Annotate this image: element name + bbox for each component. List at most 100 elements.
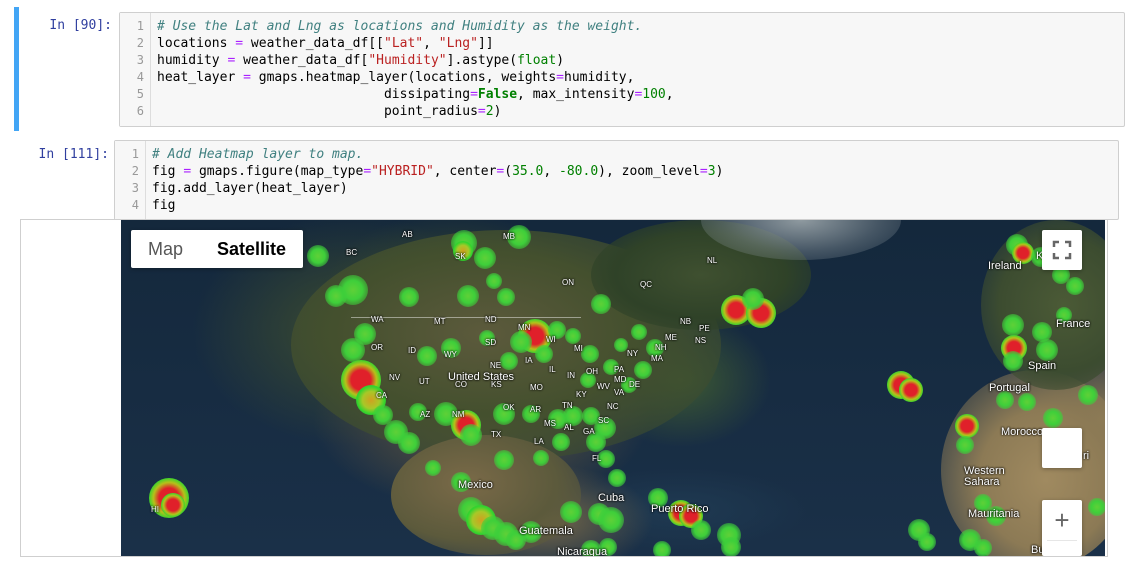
map-label: MT xyxy=(434,317,446,326)
heat-point xyxy=(533,450,549,466)
code-cell-1[interactable]: In [90]: 1 # Use the Lat and Lng as locat… xyxy=(14,7,1129,131)
map-label: DE xyxy=(629,380,641,389)
heat-point xyxy=(598,507,624,533)
code-editor[interactable]: 1 # Use the Lat and Lng as locations and … xyxy=(119,12,1125,127)
heat-point xyxy=(581,345,599,363)
zoom-divider xyxy=(1047,540,1077,541)
map-label: ID xyxy=(408,346,416,355)
heat-point xyxy=(1043,408,1063,428)
cell-prompt: In [90]: xyxy=(49,18,112,33)
heat-point xyxy=(474,247,496,269)
heat-point xyxy=(974,539,992,556)
map-label: MA xyxy=(651,354,663,363)
code-line: locations = weather_data_df[["Lat", "Lng… xyxy=(157,36,494,51)
map-label: Mexico xyxy=(458,479,493,491)
map-label: Puerto Rico xyxy=(651,503,709,515)
heat-point xyxy=(918,533,936,551)
map-label: NH xyxy=(655,343,667,352)
map-label: HI xyxy=(151,505,159,514)
output-scrollbar[interactable] xyxy=(1107,220,1108,556)
map-type-satellite-button[interactable]: Satellite xyxy=(200,230,303,268)
map-label: NB xyxy=(680,317,692,326)
heat-point xyxy=(1088,498,1105,516)
map-label: WY xyxy=(444,350,457,359)
code-line: fig = gmaps.figure(map_type="HYBRID", ce… xyxy=(152,164,724,179)
line-number: 2 xyxy=(136,36,144,50)
map-type-map-button[interactable]: Map xyxy=(131,230,200,268)
heat-point xyxy=(425,460,441,476)
map-label: ND xyxy=(485,315,497,324)
heat-point xyxy=(457,285,479,307)
zoom-in-button[interactable]: + xyxy=(1042,500,1082,540)
heat-point xyxy=(1078,385,1098,405)
map-label: MS xyxy=(544,419,556,428)
map-label: NM xyxy=(452,410,465,419)
heat-point xyxy=(399,287,419,307)
heat-point xyxy=(560,501,582,523)
map-label: NV xyxy=(389,373,401,382)
map-label: WI xyxy=(546,335,556,344)
heat-point xyxy=(955,414,979,438)
map-label: United States xyxy=(448,371,515,383)
map-label: Guatemala xyxy=(519,525,573,537)
street-view-pegman-button[interactable] xyxy=(1042,428,1082,468)
code-cell-2[interactable]: In [111]: 1 # Add Heatmap layer to map. 2… xyxy=(19,135,1129,220)
map-label: BC xyxy=(346,248,358,257)
map-label: Cuba xyxy=(598,492,625,504)
map-label: Western Sahara xyxy=(964,465,1005,488)
map-label: MN xyxy=(518,323,531,332)
heat-point xyxy=(161,493,185,517)
us-canada-border xyxy=(351,317,581,318)
heat-point xyxy=(608,469,626,487)
heat-point xyxy=(691,520,711,540)
map-label: MO xyxy=(530,383,543,392)
heat-point xyxy=(742,288,764,310)
heat-point xyxy=(631,324,647,340)
code-line: heat_layer = gmaps.heatmap_layer(locatio… xyxy=(157,70,635,85)
heat-point xyxy=(956,436,974,454)
fullscreen-button[interactable] xyxy=(1042,230,1082,270)
code-line: point_radius=2) xyxy=(157,104,502,119)
heat-point xyxy=(1003,351,1023,371)
map-label: AR xyxy=(530,405,542,414)
heat-point xyxy=(1032,322,1052,342)
code-editor[interactable]: 1 # Add Heatmap layer to map. 2 fig = gmap… xyxy=(114,140,1119,220)
map-label: IA xyxy=(525,356,533,365)
map-label: SK xyxy=(455,252,466,261)
line-number: 6 xyxy=(136,104,144,118)
heat-point xyxy=(591,294,611,314)
map-label: NC xyxy=(607,402,619,411)
heat-point xyxy=(500,352,518,370)
map-label: OH xyxy=(586,367,598,376)
code-line: fig.add_layer(heat_layer) xyxy=(152,181,348,196)
map-label: Morocco xyxy=(1001,426,1044,438)
line-number: 5 xyxy=(136,87,144,101)
zoom-control: + xyxy=(1042,500,1082,556)
map-label: Nicaragua xyxy=(557,546,608,556)
line-number: 3 xyxy=(136,53,144,67)
map-label: GA xyxy=(583,427,595,436)
map-label: NE xyxy=(490,361,502,370)
map-label: MB xyxy=(503,232,515,241)
map-label: IN xyxy=(567,371,575,380)
heat-point xyxy=(552,433,570,451)
heat-point xyxy=(325,285,347,307)
map-label: TX xyxy=(491,430,502,439)
heat-point xyxy=(1066,277,1084,295)
heatmap-map[interactable]: AB MB BC SK NL ON QC WA MT ND MN NB PE M… xyxy=(121,220,1105,556)
heat-point xyxy=(1018,393,1036,411)
map-label: AL xyxy=(564,423,574,432)
map-label: PA xyxy=(614,365,625,374)
heat-point xyxy=(535,345,553,363)
heat-point xyxy=(899,378,923,402)
heat-point xyxy=(497,288,515,306)
map-label: MD xyxy=(614,375,627,384)
map-label: PE xyxy=(699,324,710,333)
map-label: SC xyxy=(598,416,610,425)
map-label: UT xyxy=(419,377,430,386)
heat-point xyxy=(1036,339,1058,361)
heat-point xyxy=(565,328,581,344)
map-label: LA xyxy=(534,437,544,446)
map-label: NL xyxy=(707,256,718,265)
map-label: AZ xyxy=(420,410,431,419)
